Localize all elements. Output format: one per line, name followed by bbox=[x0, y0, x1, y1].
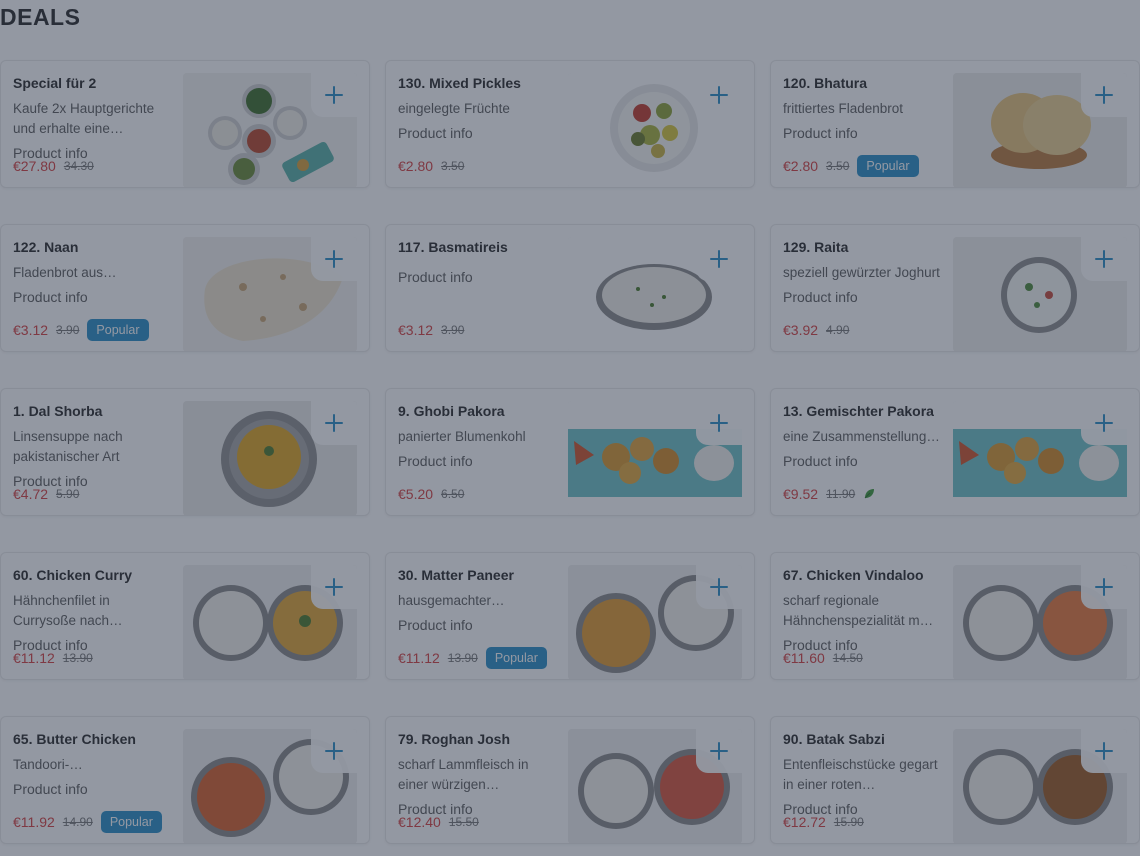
modal-backdrop-overlay[interactable] bbox=[0, 0, 1140, 856]
